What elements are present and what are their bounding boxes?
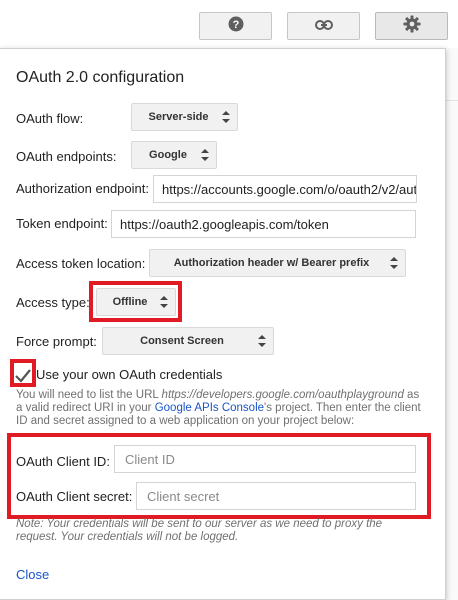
link-icon (314, 17, 333, 35)
oauth-flow-value: Server-side (148, 111, 209, 123)
settings-button[interactable] (375, 12, 448, 40)
oauth-config-panel: OAuth 2.0 configuration OAuth flow: Serv… (0, 48, 446, 600)
highlight-box-checkbox (10, 359, 36, 387)
access-type-label: Access type: (16, 295, 90, 310)
redirect-uri-info: You will need to list the URL https://de… (16, 389, 428, 428)
gear-icon (403, 15, 421, 38)
panel-title: OAuth 2.0 configuration (16, 69, 185, 86)
authorization-endpoint-input[interactable]: https://accounts.google.com/o/oauth2/v2/… (153, 175, 417, 203)
access-token-location-label: Access token location: (16, 256, 146, 271)
force-prompt-label: Force prompt: (16, 334, 97, 349)
google-apis-console-link[interactable]: Google APIs Console (155, 402, 264, 414)
redirect-url: https://developers.google.com/oauthplayg… (161, 389, 404, 401)
own-credentials-label: Use your own OAuth credentials (36, 367, 223, 382)
oauth-flow-label: OAuth flow: (16, 111, 84, 126)
help-button[interactable]: ? (199, 12, 272, 40)
highlight-box-access-type (89, 281, 182, 322)
oauth-endpoints-select[interactable]: Google (131, 141, 217, 169)
token-endpoint-input[interactable]: https://oauth2.googleapis.com/token (111, 210, 416, 238)
oauth-endpoints-value: Google (149, 149, 187, 161)
link-button[interactable] (287, 12, 360, 40)
access-token-location-value: Authorization header w/ Bearer prefix (173, 257, 370, 269)
background-page-edge (446, 48, 458, 600)
oauth-endpoints-label: OAuth endpoints: (16, 149, 117, 164)
oauth-flow-select[interactable]: Server-side (131, 103, 238, 131)
select-arrows-icon (390, 257, 398, 269)
question-circle-icon: ? (228, 16, 244, 37)
select-arrows-icon (258, 335, 266, 347)
select-arrows-icon (222, 111, 230, 123)
highlight-box-credentials (7, 433, 431, 519)
access-token-location-select[interactable]: Authorization header w/ Bearer prefix (149, 249, 406, 277)
authorization-endpoint-label: Authorization endpoint: (16, 181, 149, 196)
select-arrows-icon (201, 149, 209, 161)
top-toolbar: ? (0, 0, 458, 48)
force-prompt-value: Consent Screen (140, 335, 224, 347)
token-endpoint-label: Token endpoint: (16, 216, 108, 231)
force-prompt-select[interactable]: Consent Screen (102, 327, 274, 355)
svg-text:?: ? (232, 19, 239, 31)
close-link[interactable]: Close (16, 567, 49, 582)
credentials-note: Note: Your credentials will be sent to o… (16, 518, 383, 543)
info-text-start: You will need to list the URL (16, 389, 162, 401)
